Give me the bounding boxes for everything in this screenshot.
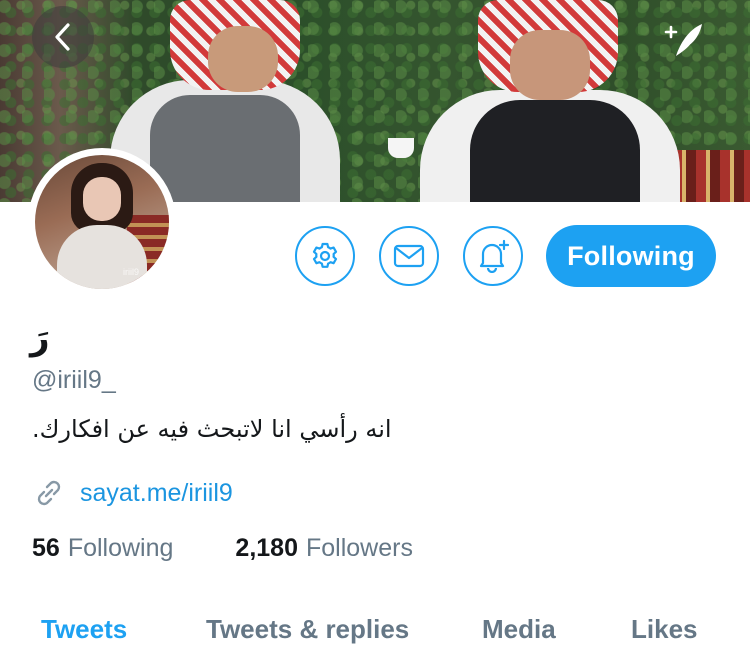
followers-count: 2,180	[235, 534, 298, 562]
following-label: Following	[67, 534, 174, 562]
message-button[interactable]	[379, 226, 439, 286]
compose-tweet-icon	[664, 24, 702, 56]
banner-person-right-vest	[470, 100, 640, 202]
avatar-knees	[57, 225, 147, 289]
bell-plus-icon	[479, 239, 510, 273]
back-button[interactable]	[32, 6, 94, 68]
tab-tweets-and-replies[interactable]: Tweets & replies	[206, 614, 409, 645]
tab-media[interactable]: Media	[482, 614, 556, 645]
notifications-button[interactable]	[463, 226, 523, 286]
avatar[interactable]: iriil9	[28, 148, 176, 296]
avatar-face	[83, 177, 121, 221]
settings-button[interactable]	[295, 226, 355, 286]
tab-tweets[interactable]: Tweets	[41, 614, 127, 645]
link-icon	[37, 480, 61, 506]
following-count: 56	[32, 534, 60, 562]
banner-cup	[388, 138, 414, 158]
profile-stats: 56 Following 2,180 Followers	[32, 534, 475, 563]
followers-label: Followers	[305, 534, 413, 562]
avatar-image: iriil9	[35, 155, 169, 289]
profile-bio: انه رأسي انا لاتبحث فيه عن افكارك.	[32, 415, 392, 443]
banner-person-left-vest	[150, 95, 300, 202]
display-name: رَ	[30, 318, 50, 358]
compose-tweet-button[interactable]	[662, 18, 706, 62]
following-button[interactable]: Following	[546, 225, 716, 287]
profile-tabs: Tweets Tweets & replies Media Likes	[0, 610, 750, 656]
banner-person-right-face	[510, 30, 590, 100]
user-handle: @iriil9_	[32, 366, 116, 394]
followers-stat[interactable]: 2,180 Followers	[235, 534, 413, 563]
banner-person-left-face	[208, 26, 278, 92]
profile-link[interactable]: sayat.me/iriil9	[32, 476, 233, 510]
tab-likes[interactable]: Likes	[631, 614, 698, 645]
following-stat[interactable]: 56 Following	[32, 534, 173, 563]
profile-link-text[interactable]: sayat.me/iriil9	[80, 479, 233, 508]
chevron-left-icon	[55, 23, 70, 51]
gear-icon	[312, 242, 338, 268]
avatar-watermark: iriil9	[123, 267, 140, 277]
envelope-icon	[393, 244, 425, 268]
